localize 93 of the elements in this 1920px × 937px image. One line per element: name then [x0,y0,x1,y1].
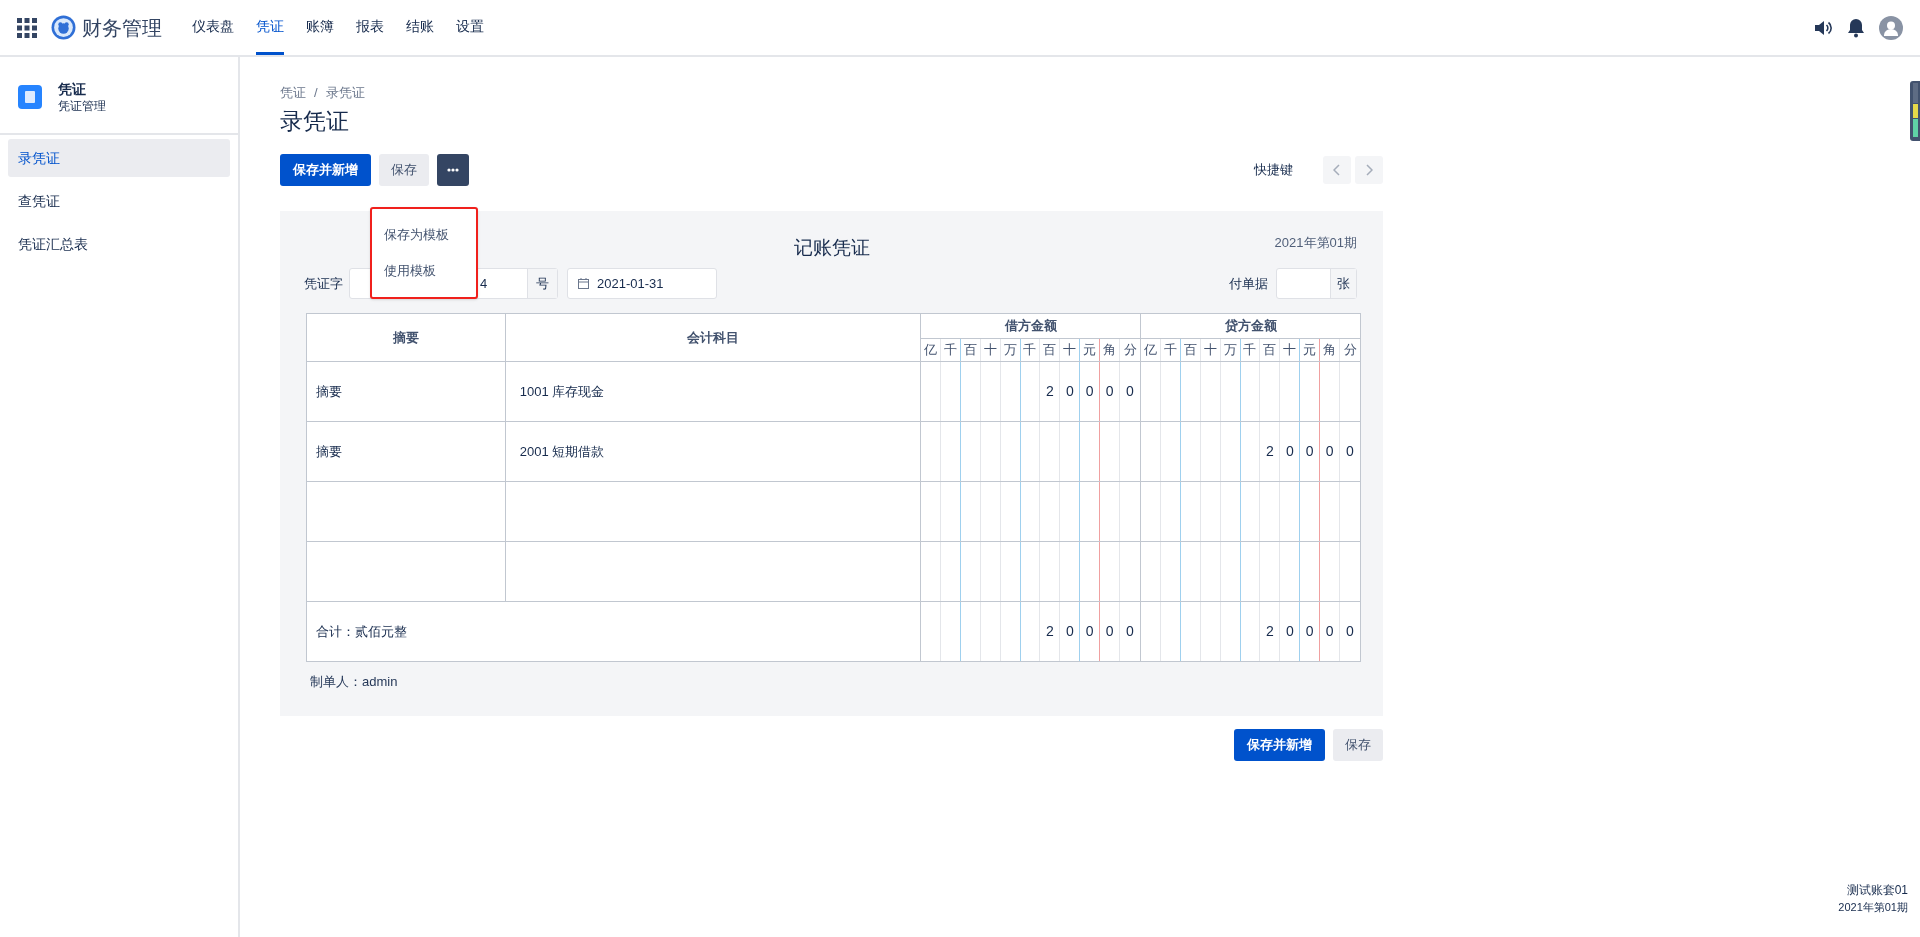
digit-header: 千 [940,339,961,361]
amount-digit: 0 [1060,602,1081,661]
digit-header: 角 [1100,339,1121,361]
amount-digit: 2 [1260,422,1281,481]
amount-digit: 0 [1125,382,1135,401]
column-header: 借方金额 [921,314,1140,340]
dots-icon [447,168,459,172]
digit-header: 百 [1180,339,1201,361]
digit-header: 万 [1000,339,1021,361]
amount-digit: 2 [1040,362,1061,421]
column-header: 会计科目 [685,328,740,347]
nav-tab[interactable]: 凭证 [256,0,284,55]
amount-digit: 0 [1080,602,1101,661]
page-title: 录凭证 [280,107,350,136]
digit-header: 万 [1220,339,1241,361]
field-label: 付单据 [1229,274,1268,293]
amount-digit: 0 [1300,602,1321,661]
menu-item[interactable]: 保存为模板 [372,217,476,253]
digit-header: 分 [1342,341,1358,360]
amount-digit: 0 [1300,422,1321,481]
breadcrumb-link[interactable]: 凭证 [280,83,306,103]
amount-digit: 0 [1100,602,1121,661]
save-and-new-button[interactable]: 保存并新增 [280,154,371,186]
amount-digit: 0 [1280,602,1301,661]
app-title: 财务管理 [82,15,162,41]
amount-digit: 0 [1125,622,1135,641]
date-field[interactable]: 2021-01-31 [567,268,717,299]
digit-header: 十 [980,339,1001,361]
summary-cell[interactable]: 摘要 [316,441,342,462]
amount-digit: 0 [1345,442,1355,461]
amount-digit: 0 [1320,422,1341,481]
breadcrumb-link[interactable]: 录凭证 [325,83,365,103]
digit-header: 千 [1160,339,1181,361]
bell-icon[interactable] [1847,17,1865,38]
user-avatar-icon[interactable] [1879,15,1903,40]
nav-tab[interactable]: 结账 [406,0,434,55]
account-set-name: 测试账套01 [1846,882,1908,899]
calendar-icon [578,278,589,289]
amount-digit: 0 [1345,622,1355,641]
digit-header: 千 [1020,339,1041,361]
creator-text: 制单人：admin [310,673,399,691]
field-label: 凭证字 [304,274,343,293]
amount-digit: 0 [1280,422,1301,481]
digit-header: 十 [1060,339,1081,361]
column-header: 贷方金额 [1141,314,1360,340]
amount-digit: 0 [1320,602,1341,661]
nav-tab[interactable]: 账簿 [306,0,334,55]
more-button[interactable] [437,154,469,186]
sidebar-item[interactable]: 查凭证 [8,182,230,220]
summary-cell[interactable]: 摘要 [316,381,342,402]
digit-header: 十 [1200,339,1221,361]
voucher-section-icon [18,85,42,109]
nav-tab[interactable]: 设置 [456,0,484,55]
nav-tab[interactable]: 仪表盘 [192,0,234,55]
sidebar-subtitle: 凭证管理 [58,98,106,114]
total-text: 合计：贰佰元整 [316,622,407,641]
sidebar-title: 凭证 [58,80,87,98]
level-meter-icon [1910,81,1920,141]
voucher-period: 2021年第01期 [1274,234,1357,252]
digit-header: 元 [1300,339,1321,361]
digit-header: 亿 [1141,339,1161,361]
digit-header: 千 [1240,339,1261,361]
digit-header: 亿 [921,339,941,361]
digit-header: 十 [1280,339,1301,361]
chevron-right-icon [1365,164,1373,176]
voucher-title: 记账凭证 [793,235,870,260]
nav-tab[interactable]: 报表 [356,0,384,55]
digit-header: 元 [1080,339,1101,361]
digit-header: 百 [960,339,981,361]
digit-header: 百 [1040,339,1061,361]
amount-digit: 2 [1040,602,1061,661]
amount-digit: 2 [1260,602,1281,661]
save-and-new-button[interactable]: 保存并新增 [1234,728,1325,761]
digit-header: 百 [1260,339,1281,361]
chevron-left-icon [1333,164,1341,176]
app-grid-icon[interactable] [17,17,37,38]
attachment-count-field[interactable]: 张 [1276,268,1357,299]
save-button[interactable]: 保存 [1333,728,1383,761]
account-period: 2021年第01期 [1838,900,1908,915]
digit-header: 角 [1320,339,1341,361]
digit-header: 分 [1122,341,1138,360]
shortcut-link[interactable]: 快捷键 [1254,160,1293,180]
monkey-logo-icon [51,15,76,40]
sidebar-item[interactable]: 录凭证 [8,139,230,177]
amount-digit: 0 [1100,362,1121,421]
amount-digit: 0 [1080,362,1101,421]
account-cell[interactable]: 2001 短期借款 [519,441,605,462]
breadcrumb-separator: / [314,84,318,103]
sidebar-item[interactable]: 凭证汇总表 [8,225,230,263]
account-cell[interactable]: 1001 库存现金 [519,381,605,402]
save-button[interactable]: 保存 [379,154,429,186]
amount-digit: 0 [1060,362,1081,421]
column-header: 摘要 [307,314,506,361]
